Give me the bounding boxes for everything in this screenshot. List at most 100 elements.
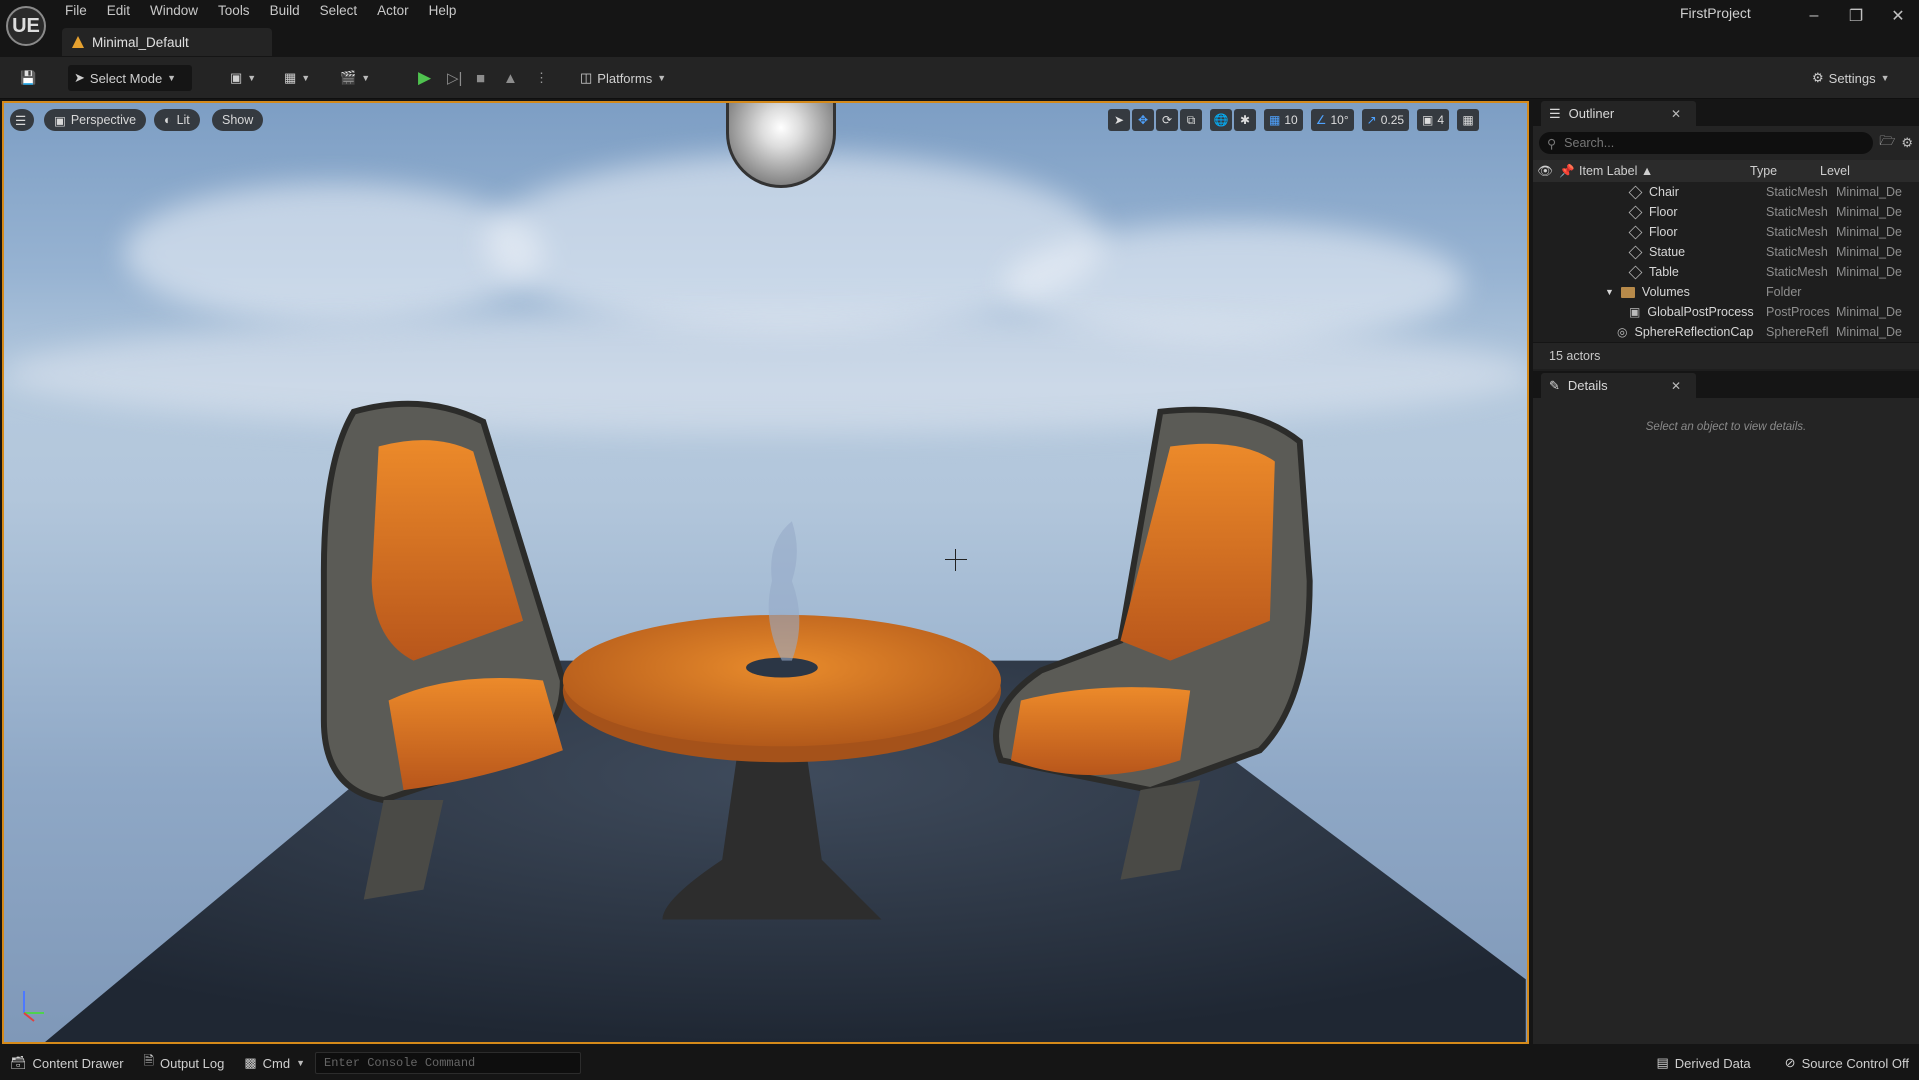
clapperboard-icon: 🎬 [340,70,357,85]
close-icon[interactable]: ✕ [1671,379,1681,393]
camera-speed-button[interactable]: ▣ 4 [1417,109,1450,131]
derived-data-button[interactable]: ▤ Derived Data [1647,1055,1761,1071]
column-type[interactable]: Type [1750,164,1820,178]
play-icon[interactable]: ▶ [412,65,437,91]
column-level[interactable]: Level [1820,164,1890,178]
add-actor-button[interactable]: ▣ ▼ [224,65,262,91]
chevron-down-icon: ▼ [657,73,667,83]
level-document-tab[interactable]: Minimal_Default [62,28,272,56]
menu-select[interactable]: Select [310,0,368,24]
post-process-icon: ▣ [1629,305,1641,319]
pencil-icon: ✎ [1549,377,1560,393]
gear-icon[interactable]: ⚙ [1901,135,1913,151]
static-mesh-icon [1628,225,1643,239]
outliner-row-table[interactable]: Table StaticMesh Minimal_De [1533,262,1919,282]
rotation-snap-toggle[interactable]: ∠ 10° [1310,109,1354,131]
title-bar: UE File Edit Window Tools Build Select A… [0,0,1919,57]
outliner-row-floor[interactable]: Floor StaticMesh Minimal_De [1533,202,1919,222]
outliner-row-floor-2[interactable]: Floor StaticMesh Minimal_De [1533,222,1919,242]
outliner-row-statue[interactable]: Statue StaticMesh Minimal_De [1533,242,1919,262]
add-folder-icon[interactable]: 🗁 [1879,132,1895,154]
menu-file[interactable]: File [55,0,97,24]
platforms-label: Platforms [597,70,653,86]
outliner-rows: Chair StaticMesh Minimal_De Floor Static… [1533,182,1919,342]
menu-tools[interactable]: Tools [208,0,260,24]
outliner-row-sphere-reflection-capture[interactable]: ◎ SphereReflectionCap SphereRefl Minimal_… [1533,322,1919,342]
console-command-input[interactable]: Enter Console Command [315,1052,582,1074]
chevron-down-icon[interactable]: ▼ [1605,287,1614,297]
perspective-button[interactable]: ▣ Perspective [44,109,147,131]
project-name: FirstProject [1680,5,1751,21]
cube-icon: ▣ [54,113,66,128]
show-button[interactable]: Show [212,109,264,131]
translate-tool-icon[interactable]: ✥ [1132,109,1154,131]
surface-snap-icon[interactable]: ✱ [1234,109,1256,131]
advance-frame-icon[interactable]: ▷| [441,65,468,91]
select-tool-icon[interactable]: ➤ [1108,109,1130,131]
static-mesh-icon [1628,265,1643,279]
source-control-label: Source Control Off [1801,1055,1909,1071]
stop-icon[interactable]: ■ [470,65,491,91]
outliner-row-chair[interactable]: Chair StaticMesh Minimal_De [1533,182,1919,202]
scale-tool-icon[interactable]: ⧉ [1180,109,1202,131]
outliner-row-global-post-process[interactable]: ▣ GlobalPostProcess PostProces Minimal_De [1533,302,1919,322]
minimize-icon[interactable]: – [1793,0,1835,32]
details-tab-body[interactable]: ✎ Details ✕ [1541,373,1696,398]
scale-snap-toggle[interactable]: ↗ 0.25 [1361,109,1410,131]
restore-icon[interactable]: ❐ [1835,0,1877,32]
level-icon [72,36,84,48]
static-mesh-icon [1628,245,1643,259]
rotate-tool-icon[interactable]: ⟳ [1156,109,1178,131]
select-mode-dropdown[interactable]: ➤ Select Mode ▼ [68,65,192,91]
lit-button[interactable]: ◐ Lit [154,109,200,131]
outliner-search-input[interactable]: ⚲ Search... [1539,132,1874,154]
main-toolbar: 💾 ➤ Select Mode ▼ ▣ ▼ ▦ ▼ 🎬 ▼ ▶ ▷| ■ ▲ ⋮ ◫ … [0,57,1919,99]
eject-icon[interactable]: ▲ [497,65,524,91]
source-control-button[interactable]: ⊘ Source Control Off [1775,1055,1919,1071]
rotation-snap-value: 10° [1330,113,1349,127]
menu-window[interactable]: Window [140,0,208,24]
scene-render [45,400,1526,1042]
column-item-label[interactable]: Item Label ▲ [1577,164,1750,178]
world-space-icon[interactable]: 🌐 [1210,109,1232,131]
angle-icon: ∠ [1315,113,1327,127]
cinematics-button[interactable]: 🎬 ▼ [334,65,376,91]
output-log-label: Output Log [160,1055,225,1071]
output-log-button[interactable]: 🗎 Output Log [134,1052,235,1074]
source-control-off-icon: ⊘ [1784,1055,1796,1070]
gear-icon: ⚙ [1812,70,1824,85]
grid-snap-toggle[interactable]: ▦ 10 [1264,109,1303,131]
unreal-logo-icon[interactable]: UE [6,6,46,46]
eye-icon[interactable]: 👁 [1533,164,1557,179]
content-drawer-label: Content Drawer [32,1055,124,1071]
menu-help[interactable]: Help [419,0,467,24]
maximize-viewport-icon[interactable]: ▦ [1457,109,1480,131]
outliner-row-volumes-folder[interactable]: ▼ Volumes Folder [1533,282,1919,302]
viewport-transform-tools: ➤ ✥ ⟳ ⧉ 🌐 ✱ ▦ 10 ∠ 10° ↗ 0.25 ▣ 4 ▦ [1108,109,1480,131]
content-drawer-button[interactable]: 🗃 Content Drawer [0,1055,134,1071]
level-viewport[interactable]: ☰ ▣ Perspective ◐ Lit Show ➤ ✥ ⟳ ⧉ 🌐 ✱ ▦… [2,101,1529,1044]
close-icon[interactable]: ✕ [1877,0,1919,32]
outliner-tab-body[interactable]: ☰ Outliner ✕ [1541,101,1696,126]
details-tab: ✎ Details ✕ [1533,373,1919,398]
platforms-dropdown[interactable]: ◫ Platforms ▼ [574,65,672,91]
menu-actor[interactable]: Actor [367,0,419,24]
cmd-label: Cmd [262,1055,291,1071]
menu-build[interactable]: Build [260,0,310,24]
output-log-icon: 🗎 [143,1053,155,1068]
play-options-icon[interactable]: ⋮ [529,65,554,91]
static-mesh-icon [1628,185,1643,199]
terminal-icon: ▩ [244,1055,257,1070]
menu-edit[interactable]: Edit [97,0,140,24]
settings-dropdown[interactable]: ⚙ Settings ▼ [1806,65,1896,91]
cmd-dropdown[interactable]: ▩ Cmd ▼ [234,1055,315,1071]
pin-icon[interactable]: 📌 [1557,164,1577,179]
viewport-menu-icon[interactable]: ☰ [10,109,34,131]
search-placeholder: Search... [1564,136,1615,150]
blueprints-button[interactable]: ▦ ▼ [278,65,316,91]
chevron-down-icon: ▼ [1880,73,1890,83]
save-icon[interactable]: 💾 [14,65,42,91]
close-icon[interactable]: ✕ [1671,107,1681,121]
actor-count: 15 actors [1533,342,1919,369]
perspective-label: Perspective [70,113,137,127]
